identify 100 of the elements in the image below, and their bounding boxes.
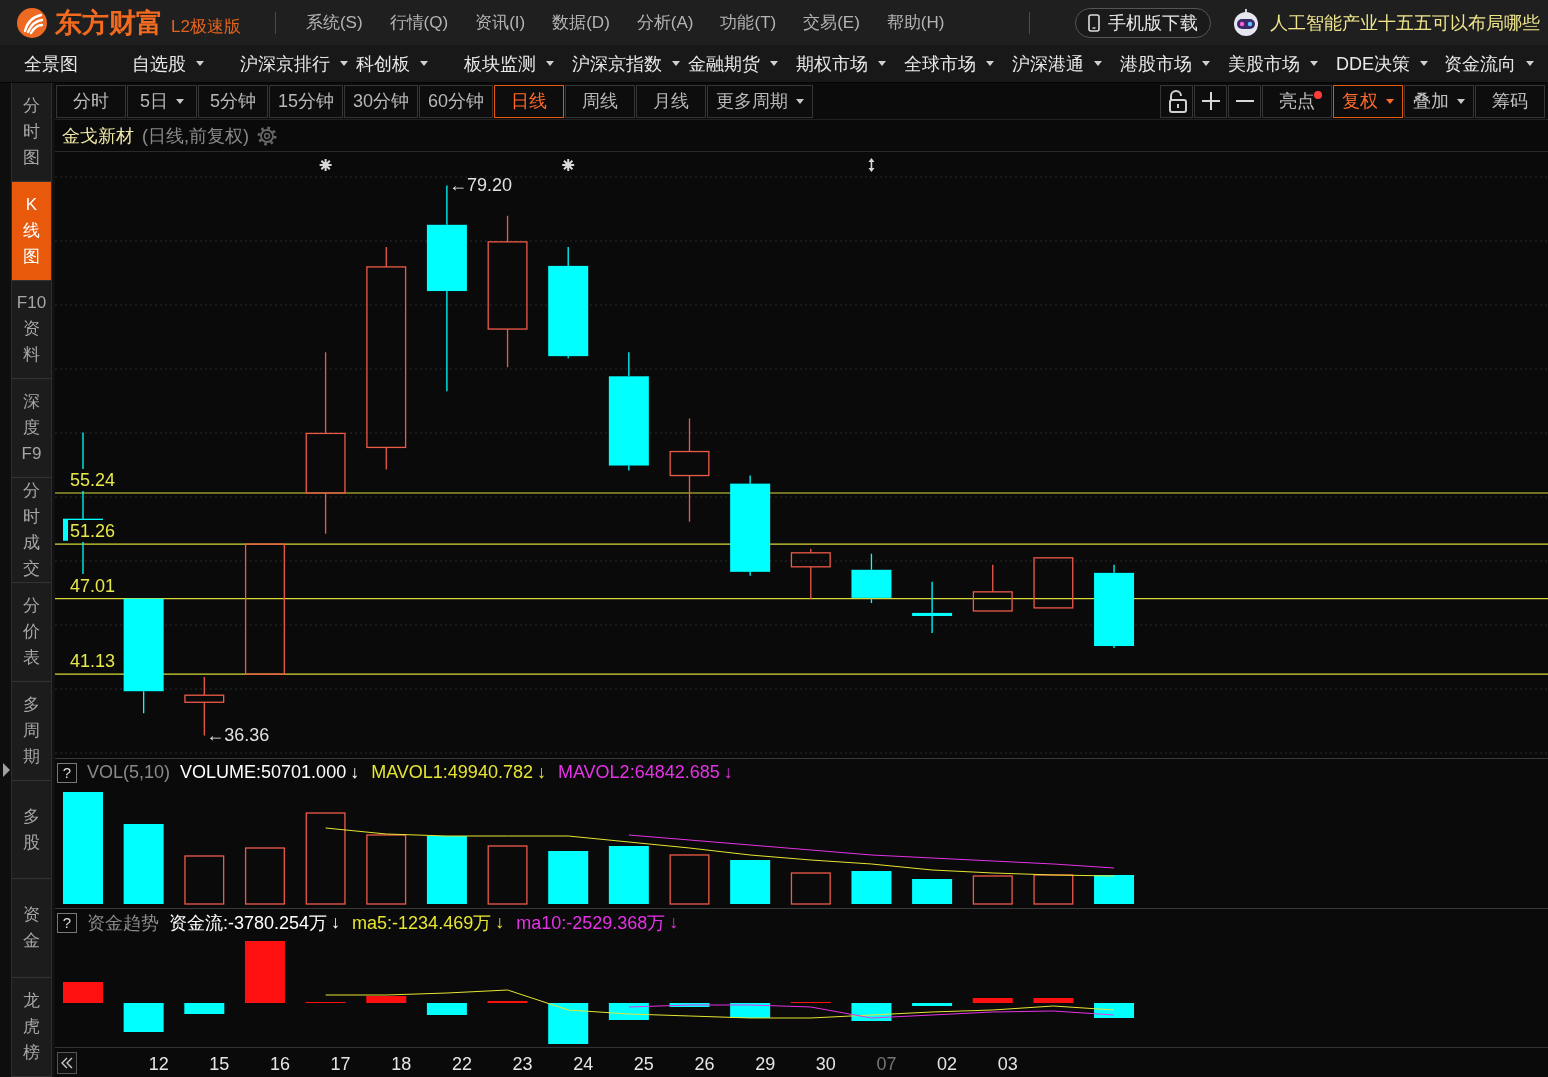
edition-label: L2极速版	[171, 16, 241, 38]
price-annotation: ←79.20	[448, 174, 512, 197]
indicator-reading: ma5:-1234.469万	[352, 911, 492, 935]
menu-item[interactable]: 系统(S)	[305, 11, 363, 34]
side-tab[interactable]: 分时成交	[12, 478, 51, 584]
minus-button[interactable]	[1228, 84, 1261, 118]
nav-menu-item[interactable]: 美股市场	[1228, 51, 1318, 76]
trend-arrow: ↓	[495, 912, 505, 933]
nav-menu-item[interactable]: 自选股	[132, 51, 204, 76]
date-label: 24	[573, 1053, 594, 1075]
date-label: 02	[937, 1053, 958, 1075]
nav-menu-item[interactable]: 沪深京排行	[240, 51, 348, 76]
side-tab[interactable]: F10资料	[12, 280, 51, 380]
period-tab[interactable]: 30分钟	[344, 84, 419, 118]
period-tab[interactable]: 更多周期	[707, 84, 814, 118]
chart-period-note: (日线,前复权)	[142, 124, 249, 148]
nav-menu-item[interactable]: 板块监测	[464, 51, 554, 76]
period-tab[interactable]: 15分钟	[269, 84, 344, 118]
settings-icon[interactable]	[257, 125, 277, 146]
side-tab[interactable]: K线图	[12, 181, 51, 281]
date-label: 15	[209, 1053, 230, 1075]
robot-icon	[1231, 7, 1261, 38]
toolbar-button[interactable]: 亮点	[1262, 84, 1332, 118]
indicator-reading: MAVOL2:64842.685	[557, 762, 720, 783]
double-chevron-left-icon	[61, 1056, 73, 1069]
side-tab[interactable]: 深度F9	[12, 379, 51, 479]
candlestick	[972, 564, 1013, 612]
indicator-name: VOL(5,10)	[87, 762, 171, 783]
side-tab[interactable]: 多股	[12, 780, 51, 880]
indicator-reading: ma10:-2529.368万	[516, 911, 666, 935]
period-tab[interactable]: 5分钟	[198, 84, 268, 118]
up-down-arrow-icon[interactable]	[868, 158, 875, 172]
menu-item[interactable]: 数据(D)	[552, 11, 610, 34]
nav-menu-item[interactable]: 港股市场	[1120, 51, 1210, 76]
date-label: 12	[148, 1053, 169, 1075]
help-button[interactable]: ?	[57, 912, 77, 933]
menu-item[interactable]: 分析(A)	[636, 11, 694, 34]
date-label: 18	[391, 1053, 412, 1075]
date-label: 17	[330, 1053, 351, 1075]
date-label: 26	[694, 1053, 715, 1075]
help-button[interactable]: ?	[57, 762, 77, 783]
candlestick	[912, 581, 953, 634]
date-label: 25	[633, 1053, 654, 1075]
toolbar-button[interactable]: 叠加	[1404, 84, 1474, 118]
nav-menu-item[interactable]: 科创板	[356, 51, 428, 76]
indicator-reading: VOLUME:50701.000	[180, 762, 347, 783]
trend-arrow: ↓	[331, 912, 341, 933]
trend-arrow: ↓	[669, 912, 679, 933]
period-tab[interactable]: 60分钟	[419, 84, 494, 118]
nav-menu-item[interactable]: 沪深京指数	[572, 51, 680, 76]
side-tab[interactable]: 资金	[12, 879, 51, 979]
brand-name: 东方财富	[55, 6, 163, 40]
toolbar-button[interactable]: 复权	[1333, 84, 1403, 118]
side-tab[interactable]: 多周期	[12, 681, 51, 781]
period-tab[interactable]: 月线	[636, 84, 707, 118]
indicator-reading: MAVOL1:49940.782	[371, 762, 533, 783]
nav-menu-item[interactable]: DDE决策	[1336, 51, 1428, 76]
nav-menu-item[interactable]: 期权市场	[796, 51, 886, 76]
nav-menu-item[interactable]: 全球市场	[904, 51, 994, 76]
lock-toggle-button[interactable]	[1160, 84, 1193, 118]
side-tab[interactable]: 分价表	[12, 583, 51, 682]
minus-icon	[1235, 100, 1254, 102]
period-tab[interactable]: 分时	[56, 84, 126, 118]
nav-menu-item[interactable]: 金融期货	[688, 51, 778, 76]
plus-button[interactable]	[1194, 84, 1227, 118]
toolbar-button[interactable]: 筹码	[1475, 84, 1545, 118]
nav-menu-item[interactable]: 资金流向	[1444, 51, 1534, 76]
date-label: 23	[512, 1053, 533, 1075]
mobile-download-button[interactable]: 手机版下载	[1075, 7, 1211, 38]
side-tab[interactable]: 分时图	[12, 83, 51, 182]
candlestick	[790, 548, 831, 600]
triangle-right-icon[interactable]	[3, 763, 10, 777]
menu-item[interactable]: 功能(T)	[720, 11, 777, 34]
date-label: 30	[815, 1053, 836, 1075]
reference-line-label: 51.26	[68, 520, 118, 543]
trend-arrow: ↓	[723, 762, 733, 783]
stock-name: 金戈新材	[62, 124, 134, 148]
date-label: 07	[876, 1053, 897, 1075]
candlestick	[1033, 557, 1074, 609]
menu-item[interactable]: 行情(Q)	[389, 11, 449, 34]
nav-menu-item[interactable]: 全景图	[24, 51, 78, 76]
date-label: 16	[269, 1053, 290, 1075]
period-tab[interactable]: 周线	[565, 84, 636, 118]
period-tab[interactable]: 日线	[494, 84, 565, 118]
menu-item[interactable]: 帮助(H)	[886, 11, 945, 34]
reference-line-label: 55.24	[68, 469, 118, 491]
period-tab[interactable]: 5日	[127, 84, 197, 118]
candlestick	[851, 553, 892, 604]
price-annotation: ←36.36	[206, 724, 270, 747]
trend-arrow: ↓	[350, 762, 360, 783]
menu-item[interactable]: 资讯(I)	[475, 11, 526, 34]
date-label: 22	[451, 1053, 472, 1075]
nav-menu-item[interactable]: 沪深港通	[1012, 51, 1102, 76]
side-tab[interactable]: 龙虎榜	[12, 978, 51, 1077]
starburst-icon[interactable]	[561, 158, 576, 172]
starburst-icon[interactable]	[318, 158, 333, 172]
scroll-left-button[interactable]	[57, 1051, 77, 1074]
news-ticker[interactable]: 人工智能产业十五五可以布局哪些	[1270, 10, 1540, 35]
trend-arrow: ↓	[536, 762, 546, 783]
menu-item[interactable]: 交易(E)	[803, 11, 860, 34]
